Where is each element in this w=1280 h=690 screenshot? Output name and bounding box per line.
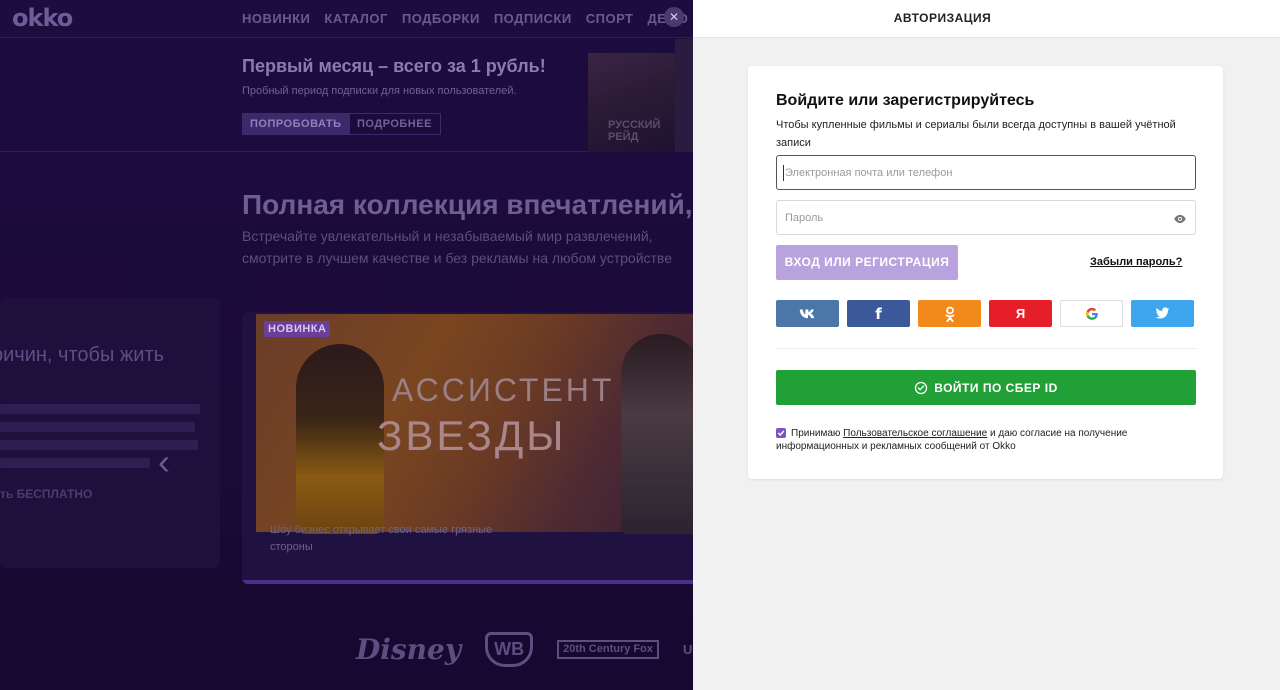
feature-figure-left: [296, 344, 384, 534]
nav-item-collections[interactable]: ПОДБОРКИ: [402, 11, 480, 26]
okko-logo: okko: [12, 4, 73, 32]
studio-logos: Disney WB 20th Century Fox UNIVERSAL: [356, 632, 693, 667]
auth-header-title: АВТОРИЗАЦИЯ: [893, 11, 992, 25]
forgot-password-link[interactable]: Забыли пароль?: [1090, 256, 1182, 268]
social-login-buttons: f Я: [776, 300, 1194, 327]
promo-title: Первый месяц – всего за 1 рубль!: [242, 56, 546, 76]
show-password-icon[interactable]: [1173, 212, 1187, 226]
auth-card: Войдите или зарегистрируйтесь Чтобы купл…: [748, 66, 1223, 479]
email-field[interactable]: Электронная почта или телефон: [776, 155, 1196, 190]
sber-id-button[interactable]: ВОЙТИ ПО СБЕР ID: [776, 370, 1196, 405]
fox-logo: 20th Century Fox: [557, 640, 659, 659]
feature-title-line1: АССИСТЕНТ: [392, 372, 615, 408]
password-placeholder: Пароль: [785, 212, 824, 224]
facebook-icon: f: [875, 304, 882, 323]
side-card-title: ричин, чтобы жить: [0, 344, 165, 366]
sber-id-label: ВОЙТИ ПО СБЕР ID: [934, 380, 1058, 395]
auth-card-title: Войдите или зарегистрируйтесь: [776, 92, 1035, 109]
hero-subtitle: Встречайте увлекательный и незабываемый …: [242, 228, 673, 266]
carousel-prev-icon[interactable]: ‹: [158, 441, 170, 483]
promo-poster-secondary: [675, 39, 693, 152]
login-register-button[interactable]: ВХОД ИЛИ РЕГИСТРАЦИЯ: [776, 245, 958, 280]
more-button[interactable]: ПОДРОБНЕЕ: [348, 113, 441, 135]
nav-item-new[interactable]: НОВИНКИ: [242, 11, 310, 26]
feature-description: Шоу бизнес открывает свои самые грязные …: [270, 524, 493, 553]
odnoklassniki-icon: [945, 306, 954, 322]
consent-text-line2: информационных и рекламных сообщений от …: [776, 441, 1016, 452]
vk-login-button[interactable]: [776, 300, 839, 327]
promo-banner: Первый месяц – всего за 1 рубль! Пробный…: [0, 39, 693, 152]
universal-logo: UNIVERSAL: [682, 642, 693, 657]
disney-logo: Disney: [356, 633, 462, 666]
sber-icon: [915, 381, 928, 394]
background-page: okko НОВИНКИ КАТАЛОГ ПОДБОРКИ ПОДПИСКИ С…: [0, 0, 693, 690]
vk-icon: [799, 309, 814, 318]
password-field[interactable]: Пароль: [776, 200, 1196, 235]
twitter-icon: [1155, 307, 1170, 319]
consent-text-before: Принимаю: [791, 428, 841, 439]
nav-item-catalog[interactable]: КАТАЛОГ: [324, 11, 387, 26]
top-navigation: okko НОВИНКИ КАТАЛОГ ПОДБОРКИ ПОДПИСКИ С…: [0, 0, 693, 38]
wb-logo: WB: [485, 632, 534, 667]
consent-checkbox[interactable]: [776, 428, 786, 438]
user-agreement-link[interactable]: Пользовательское соглашение: [843, 428, 987, 439]
auth-panel: АВТОРИЗАЦИЯ Войдите или зарегистрируйтес…: [693, 0, 1280, 690]
google-login-button[interactable]: [1060, 300, 1123, 327]
hero-title: Полная коллекция впечатлений, з: [242, 189, 693, 220]
email-placeholder: Электронная почта или телефон: [785, 167, 953, 179]
auth-header: АВТОРИЗАЦИЯ: [693, 0, 1280, 38]
try-button[interactable]: ПОПРОБОВАТЬ: [242, 113, 350, 135]
google-icon: [1085, 307, 1098, 320]
checkmark-icon: [777, 430, 785, 437]
yandex-login-button[interactable]: Я: [989, 300, 1052, 327]
poster-title: РУССКИЙ РЕЙД: [608, 119, 661, 143]
divider: [776, 348, 1196, 349]
odnoklassniki-login-button[interactable]: [918, 300, 981, 327]
feature-title-line2: ЗВЕЗДЫ: [377, 412, 567, 459]
consent-text: Принимаю Пользовательское соглашение и д…: [791, 426, 1196, 441]
nav-item-subscriptions[interactable]: ПОДПИСКИ: [494, 11, 572, 26]
feature-card[interactable]: НОВИНКА АССИСТЕНТ ЗВЕЗДЫ Шоу бизнес откр…: [242, 312, 693, 584]
facebook-login-button[interactable]: f: [847, 300, 910, 327]
new-badge: НОВИНКА: [264, 321, 331, 337]
yandex-icon: Я: [1015, 306, 1026, 321]
twitter-login-button[interactable]: [1131, 300, 1194, 327]
text-caret: [783, 165, 784, 181]
consent-text-after: и даю согласие на получение: [990, 428, 1128, 439]
feature-figure-right: [621, 334, 693, 534]
auth-card-subtitle: Чтобы купленные фильмы и сериалы были вс…: [776, 119, 1176, 149]
feature-progress-bar: [242, 580, 693, 584]
side-card-link[interactable]: ть БЕСПЛАТНО: [0, 487, 92, 501]
side-card-text: [0, 404, 205, 476]
promo-subtitle: Пробный период подписки для новых пользо…: [242, 85, 517, 97]
